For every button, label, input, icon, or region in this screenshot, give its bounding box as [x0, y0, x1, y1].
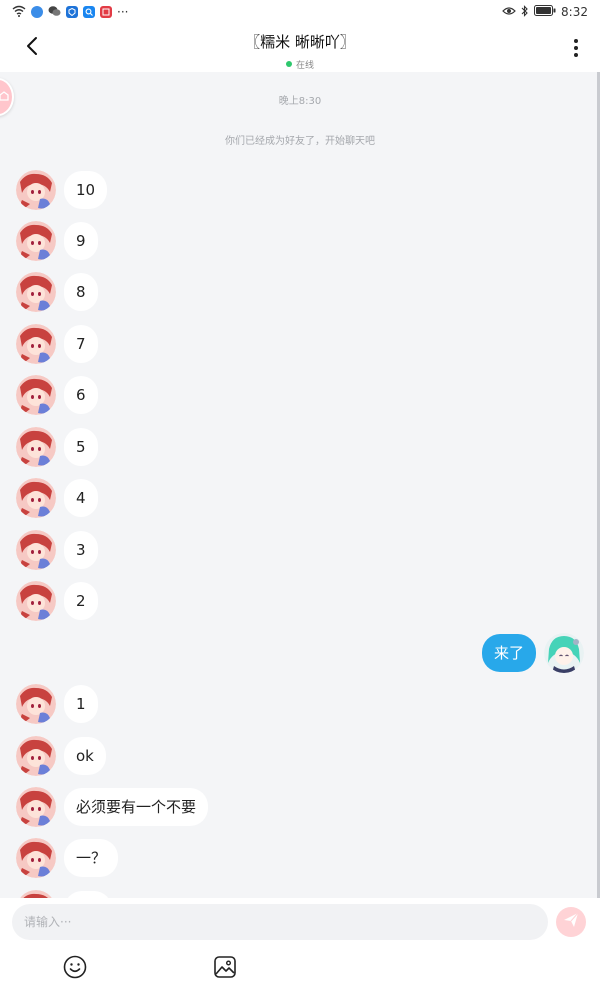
- message-row-self: 来了: [481, 633, 584, 673]
- bluetooth-icon: [521, 4, 529, 20]
- back-button[interactable]: [18, 34, 46, 62]
- message-bubble[interactable]: 8: [64, 273, 98, 311]
- friend-avatar[interactable]: [16, 324, 56, 364]
- chat-title: 〖糯米 晰晰吖〗: [245, 33, 355, 51]
- status-bar: ··· 8:32: [0, 0, 600, 24]
- clock: 8:32: [561, 5, 588, 19]
- friend-avatar[interactable]: [16, 221, 56, 261]
- self-message-bubble[interactable]: 来了: [481, 634, 536, 672]
- online-dot-icon: [285, 61, 292, 67]
- friend-avatar[interactable]: [16, 787, 56, 827]
- message-bubble[interactable]: 7: [64, 325, 98, 363]
- message-row: ok: [16, 736, 106, 776]
- message-bubble[interactable]: 6: [64, 376, 98, 414]
- message-composer: [0, 898, 600, 1000]
- message-bubble[interactable]: 一？: [64, 839, 119, 877]
- message-bubble[interactable]: 9: [64, 222, 98, 260]
- status-icons-right: 8:32: [502, 4, 588, 20]
- message-row: 4: [16, 478, 98, 518]
- friend-avatar[interactable]: [16, 581, 56, 621]
- message-bubble[interactable]: 3: [64, 531, 98, 569]
- message-bubble[interactable]: 1: [64, 685, 98, 723]
- wechat-icon: [48, 5, 61, 20]
- message-row: 7: [16, 324, 98, 364]
- message-row: 10: [16, 170, 108, 210]
- message-row: 5: [16, 427, 98, 467]
- message-bubble[interactable]: ok: [64, 737, 106, 775]
- emoji-button[interactable]: [62, 955, 88, 983]
- image-button[interactable]: [212, 956, 238, 982]
- more-dot-icon: [574, 39, 578, 43]
- time-divider: 晚上8:30: [278, 96, 322, 107]
- status-icons-left: ···: [12, 5, 128, 20]
- friend-avatar[interactable]: [16, 838, 56, 878]
- friend-avatar[interactable]: [16, 427, 56, 467]
- wifi-icon: [12, 5, 26, 20]
- friend-avatar[interactable]: [16, 272, 56, 312]
- self-avatar[interactable]: [544, 633, 584, 673]
- send-button[interactable]: [556, 907, 586, 937]
- chevron-left-icon: [25, 36, 39, 60]
- friend-avatar[interactable]: [16, 736, 56, 776]
- friend-avatar[interactable]: [16, 530, 56, 570]
- friend-avatar[interactable]: [16, 375, 56, 415]
- online-status-label: 在线: [295, 60, 314, 71]
- emoji-icon: [63, 955, 87, 983]
- message-row: 2: [16, 581, 98, 621]
- battery-icon: [534, 5, 556, 19]
- message-input[interactable]: [12, 904, 548, 940]
- message-bubble[interactable]: 必须要有一个不要: [64, 788, 209, 826]
- message-bubble[interactable]: 10: [64, 171, 108, 209]
- friend-avatar[interactable]: [16, 684, 56, 724]
- more-notifications-indicator: ···: [117, 5, 129, 19]
- message-row: 必须要有一个不要: [16, 787, 209, 827]
- online-status: 在线: [285, 58, 314, 71]
- eye-icon: [502, 5, 516, 19]
- message-row: 9: [16, 221, 98, 261]
- friend-avatar[interactable]: [16, 170, 56, 210]
- app-icon: [66, 6, 78, 18]
- message-row: 1: [16, 684, 98, 724]
- send-icon: [563, 912, 579, 932]
- browser-icon: [31, 6, 43, 18]
- message-row: 3: [16, 530, 98, 570]
- message-bubble[interactable]: 5: [64, 428, 98, 466]
- chat-title-block: 〖糯米 晰晰吖〗 在线: [150, 31, 450, 71]
- message-bubble[interactable]: 4: [64, 479, 98, 517]
- more-options-button[interactable]: [566, 36, 586, 60]
- message-row: 8: [16, 272, 98, 312]
- more-dot-icon: [574, 53, 578, 57]
- message-row: 6: [16, 375, 98, 415]
- message-row: 一？: [16, 838, 119, 878]
- more-dot-icon: [574, 46, 578, 50]
- system-note: 你们已经成为好友了，开始聊天吧: [225, 136, 375, 147]
- message-bubble[interactable]: 2: [64, 582, 98, 620]
- friend-avatar[interactable]: [16, 478, 56, 518]
- search-app-icon: [83, 6, 95, 18]
- news-app-icon: [100, 6, 112, 18]
- chat-header: 〖糯米 晰晰吖〗 在线: [0, 24, 600, 72]
- image-icon: [213, 955, 237, 983]
